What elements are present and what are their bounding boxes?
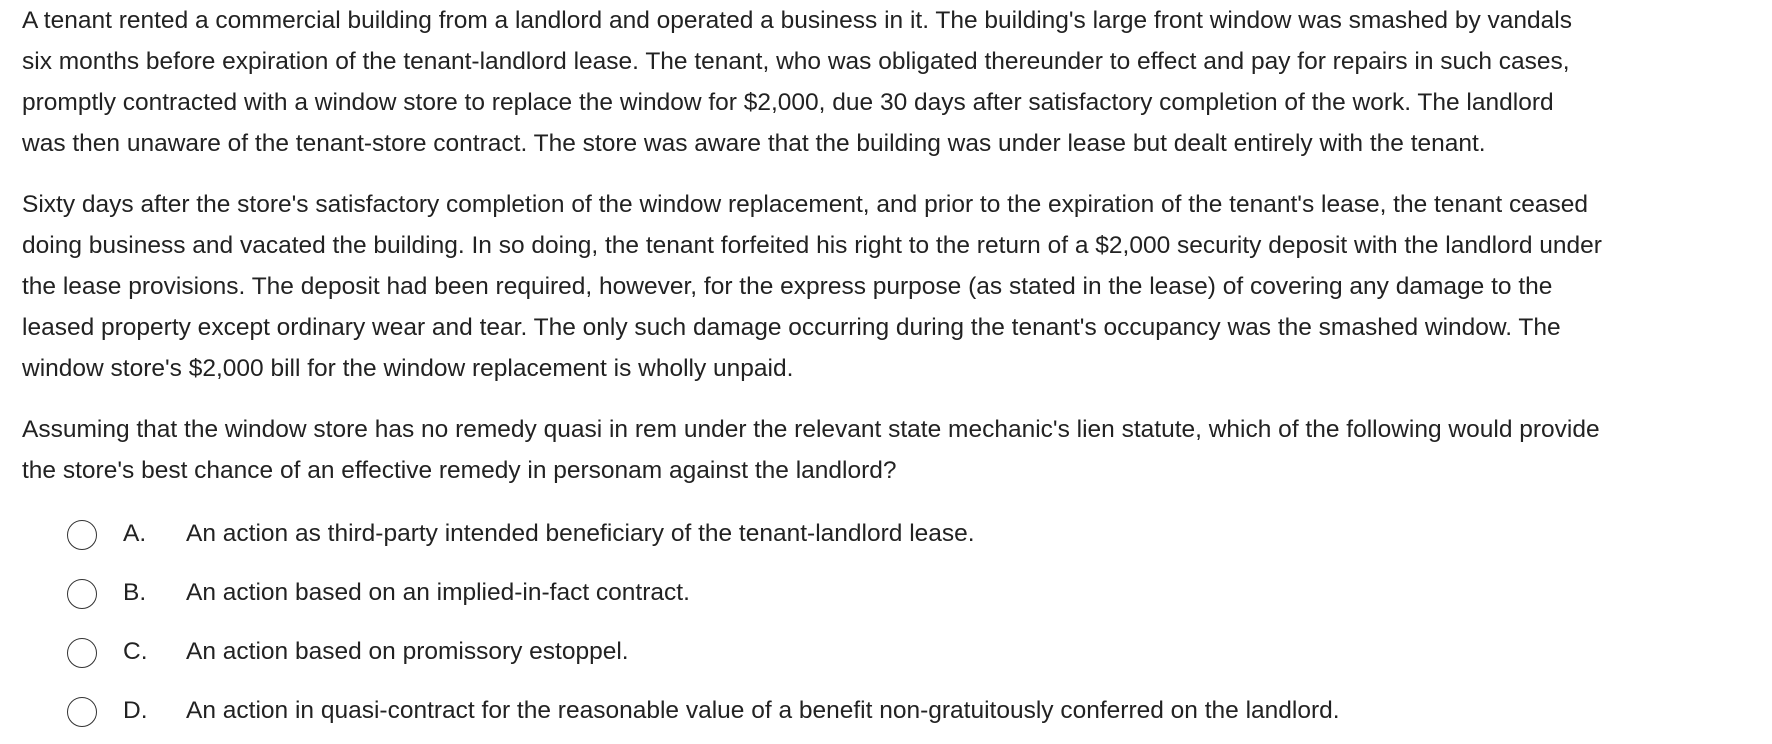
option-letter: B.	[123, 579, 147, 606]
option-text: An action as third-party intended benefi…	[186, 520, 975, 547]
radio-button-a[interactable]	[67, 520, 97, 550]
option-letter: D.	[123, 697, 148, 724]
radio-button-c[interactable]	[67, 638, 97, 668]
option-letter: A.	[123, 520, 147, 547]
question-container: A tenant rented a commercial building fr…	[0, 0, 1772, 744]
option-b[interactable]: B. An action based on an implied-in-fact…	[0, 568, 1500, 618]
option-letter: C.	[123, 638, 148, 665]
option-a[interactable]: A. An action as third-party intended ben…	[0, 509, 1500, 559]
answer-options: A. An action as third-party intended ben…	[0, 0, 1772, 744]
radio-button-b[interactable]	[67, 579, 97, 609]
option-text: An action based on an implied-in-fact co…	[186, 579, 690, 606]
option-d[interactable]: D. An action in quasi-contract for the r…	[0, 686, 1500, 736]
option-text: An action based on promissory estoppel.	[186, 638, 629, 665]
option-text: An action in quasi-contract for the reas…	[186, 697, 1340, 724]
radio-button-d[interactable]	[67, 697, 97, 727]
option-c[interactable]: C. An action based on promissory estoppe…	[0, 627, 1500, 677]
